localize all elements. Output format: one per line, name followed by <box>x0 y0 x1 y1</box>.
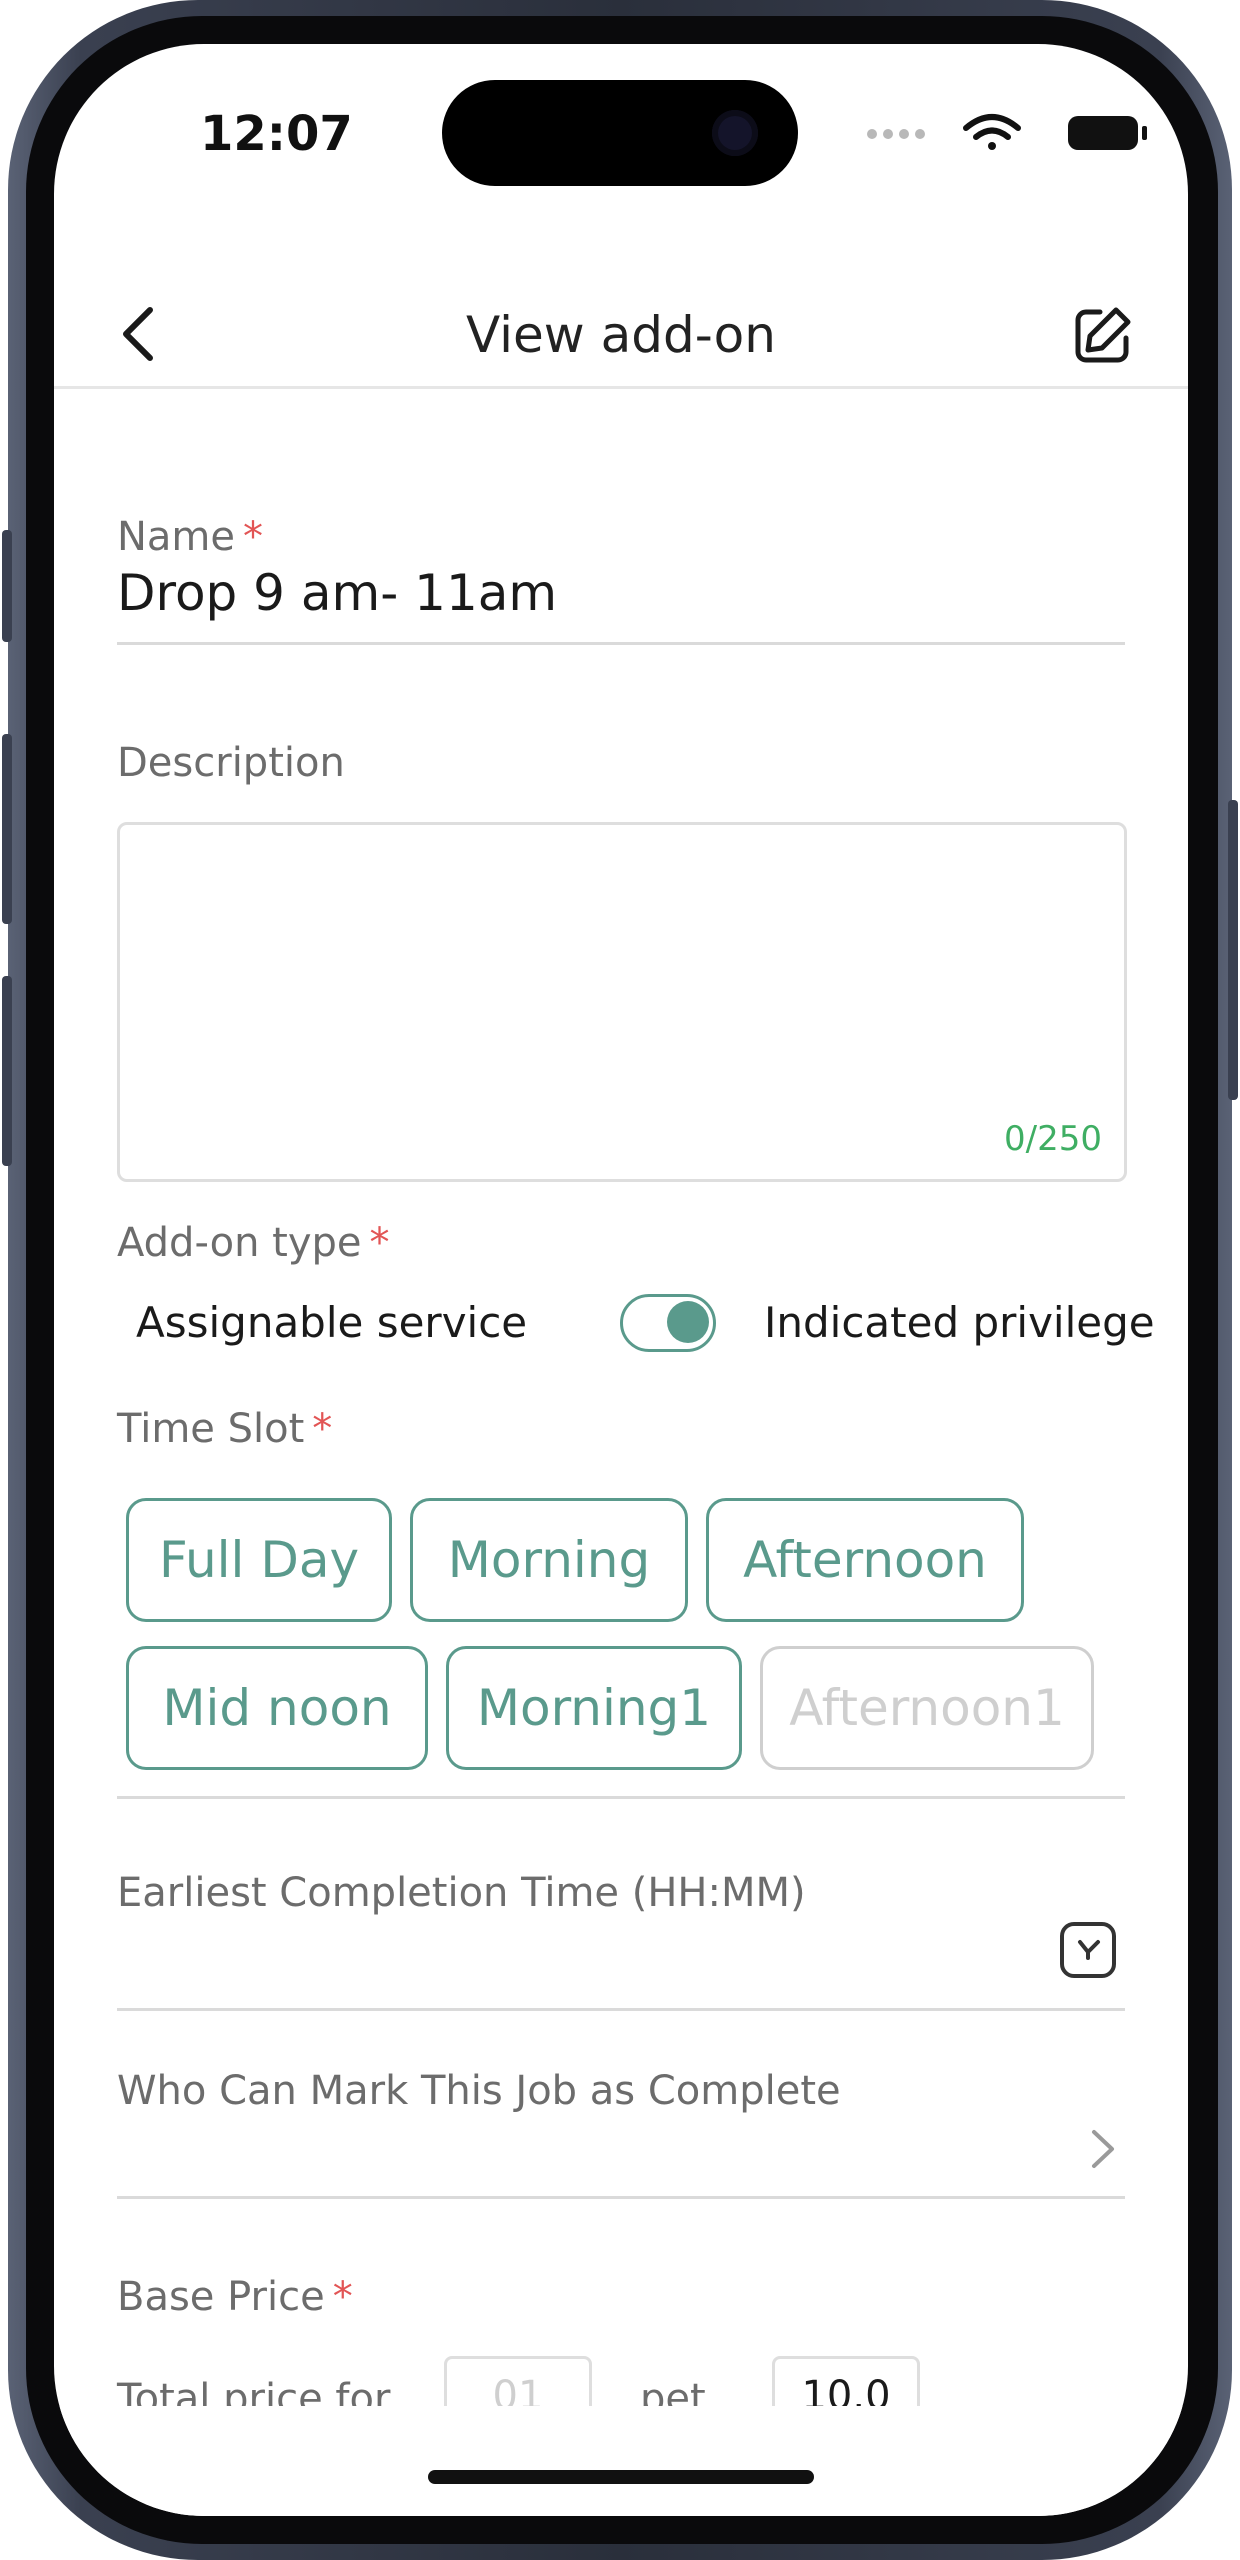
description-counter: 0/250 <box>1004 1119 1102 1159</box>
description-label: Description <box>117 740 345 786</box>
toggle-knob <box>667 1301 709 1343</box>
screen: 12:07 View add-on Name * Drop 9 am- 11am … <box>54 44 1188 2516</box>
clock-icon[interactable] <box>1058 1920 1118 1980</box>
who-can-complete-label[interactable]: Who Can Mark This Job as Complete <box>117 2068 841 2114</box>
status-icons <box>867 114 1147 150</box>
time-slot-chip-disabled[interactable]: Afternoon1 <box>760 1646 1094 1770</box>
camera-icon <box>712 110 758 156</box>
action-button <box>2 530 12 642</box>
earliest-completion-underline <box>117 2008 1125 2011</box>
edit-icon[interactable] <box>1070 304 1134 368</box>
addon-type-toggle[interactable] <box>620 1294 716 1352</box>
name-underline <box>117 642 1125 645</box>
description-input[interactable]: 0/250 <box>117 822 1127 1182</box>
wifi-icon <box>963 114 1021 150</box>
chevron-right-icon[interactable] <box>1084 2124 1124 2174</box>
assignable-service-label: Assignable service <box>136 1298 528 1347</box>
addon-type-row: Assignable service Indicated privilege <box>136 1294 1166 1364</box>
addon-type-label: Add-on type * <box>117 1220 390 1266</box>
who-can-complete-underline <box>117 2196 1125 2199</box>
time-slot-chip[interactable]: Full Day <box>126 1498 392 1622</box>
header: View add-on <box>54 234 1188 389</box>
signal-icon <box>867 129 925 139</box>
name-label: Name * <box>117 514 264 560</box>
status-time: 12:07 <box>200 106 353 162</box>
time-slot-chip[interactable]: Morning1 <box>446 1646 742 1770</box>
side-button <box>1228 800 1238 1100</box>
time-slot-label: Time Slot * <box>117 1406 333 1452</box>
time-slot-chip[interactable]: Mid noon <box>126 1646 428 1770</box>
volume-up-button <box>2 734 12 924</box>
dynamic-island <box>442 80 798 186</box>
time-slot-chip[interactable]: Morning <box>410 1498 688 1622</box>
volume-down-button <box>2 976 12 1166</box>
home-indicator[interactable] <box>428 2470 814 2484</box>
battery-icon <box>1068 116 1147 150</box>
earliest-completion-label: Earliest Completion Time (HH:MM) <box>117 1870 806 1916</box>
bottom-area <box>54 2406 1188 2516</box>
base-price-label: Base Price * <box>117 2274 353 2320</box>
page-title: View add-on <box>466 306 776 364</box>
time-slot-chip[interactable]: Afternoon <box>706 1498 1024 1622</box>
time-slot-underline <box>117 1796 1125 1799</box>
name-input[interactable]: Drop 9 am- 11am <box>117 564 557 622</box>
indicated-privilege-label: Indicated privilege <box>764 1298 1155 1347</box>
